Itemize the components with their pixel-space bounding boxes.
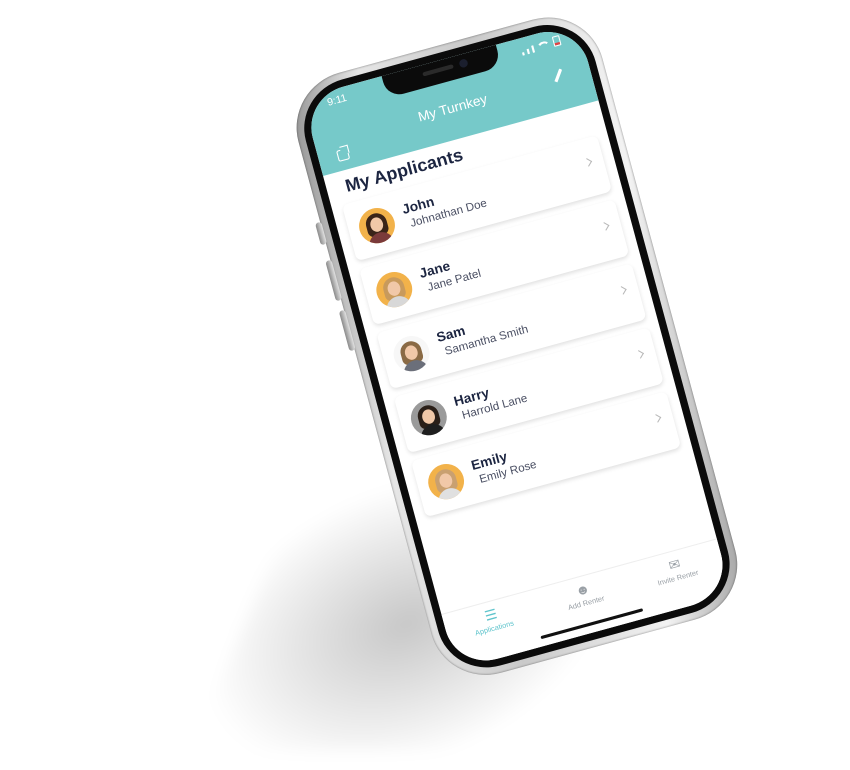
avatar xyxy=(389,331,434,376)
chevron-right-icon xyxy=(635,350,644,359)
signal-icon xyxy=(531,45,536,53)
tab-invite-renter[interactable]: ✉ Invite Renter xyxy=(627,545,725,594)
tab-bar: ☰ Applications ☻ Add Renter ✉ Invite Ren… xyxy=(441,538,732,670)
status-time: 9:11 xyxy=(326,92,349,109)
tab-add-renter[interactable]: ☻ Add Renter xyxy=(535,571,633,620)
tab-applications[interactable]: ☰ Applications xyxy=(443,596,541,645)
avatar xyxy=(424,459,469,504)
stage: 9:11 My Turnkey My Applicants John Johna… xyxy=(0,0,850,770)
battery-icon xyxy=(551,35,562,47)
phone-mockup: 9:11 My Turnkey My Applicants John Johna… xyxy=(283,4,750,688)
avatar xyxy=(355,203,399,248)
front-camera xyxy=(458,58,469,69)
avatar xyxy=(372,267,417,312)
share-icon[interactable] xyxy=(336,147,351,162)
speaker xyxy=(422,64,454,77)
avatar xyxy=(406,395,451,440)
chevron-right-icon xyxy=(600,222,610,231)
signal-icon xyxy=(522,52,525,56)
chevron-right-icon xyxy=(583,158,593,167)
chevron-right-icon xyxy=(652,414,662,423)
status-icons xyxy=(520,35,562,56)
signal-icon xyxy=(526,48,530,55)
chevron-right-icon xyxy=(618,286,627,295)
wifi-icon xyxy=(535,39,552,52)
